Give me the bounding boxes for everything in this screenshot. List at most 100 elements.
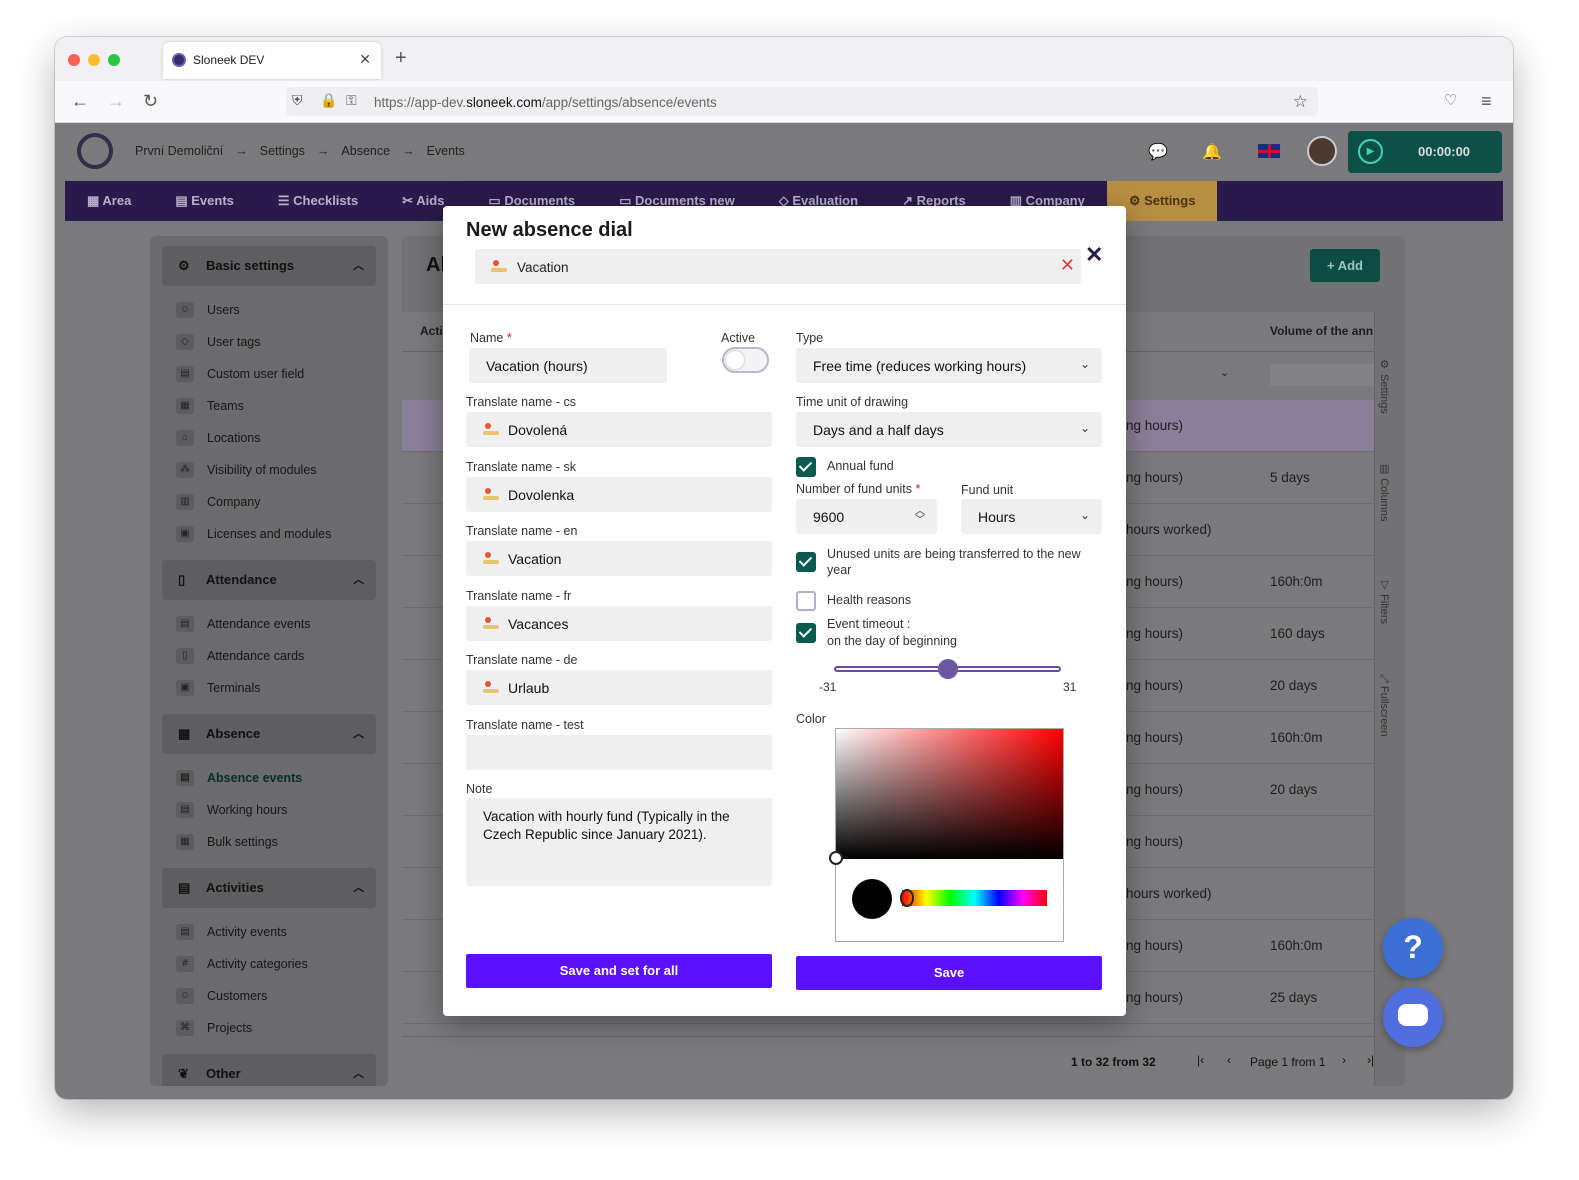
breadcrumb-settings[interactable]: Settings xyxy=(260,144,305,158)
sidebar-item-custom-user-field[interactable]: ▤ Custom user field xyxy=(150,358,388,390)
section-attendance[interactable]: ▯ Attendance ︿ xyxy=(162,560,376,600)
sidebar-item-user-tags[interactable]: ◇ User tags xyxy=(150,326,388,358)
row-range: 1 to 32 from 32 xyxy=(1071,1055,1156,1069)
bookmark-star-icon[interactable]: ☆ xyxy=(1293,92,1308,112)
column-header-volume[interactable]: Volume of the ann xyxy=(1270,324,1373,338)
sidebar-item-projects[interactable]: ⌘ Projects xyxy=(150,1012,388,1044)
translate-input[interactable]: Dovolená xyxy=(466,412,772,447)
avatar[interactable] xyxy=(1307,136,1337,166)
filters-tab[interactable]: ▽ Filters xyxy=(1378,578,1391,624)
health-reasons-checkbox[interactable] xyxy=(796,591,816,611)
volume-filter[interactable] xyxy=(1270,364,1374,386)
breadcrumb-absence[interactable]: Absence xyxy=(341,144,390,158)
help-button[interactable]: ? xyxy=(1383,918,1443,978)
column-header-active[interactable]: Acti xyxy=(420,324,443,338)
tab-title: Sloneek DEV xyxy=(193,53,265,67)
calendar-icon: ▤ xyxy=(176,770,194,786)
back-icon[interactable]: ← xyxy=(71,91,89,112)
section-basic-settings[interactable]: ⚙ Basic settings ︿ xyxy=(162,246,376,286)
key-icon[interactable]: ⚿ xyxy=(346,92,357,109)
translate-input[interactable]: Dovolenka xyxy=(466,476,772,512)
clear-icon[interactable]: ✕ xyxy=(1060,255,1075,276)
prev-page-icon[interactable]: ‹ xyxy=(1227,1053,1231,1067)
event-template-select[interactable]: Vacation ✕ xyxy=(475,249,1081,284)
stepper-icon[interactable]: ︿ ﹀ xyxy=(915,507,925,526)
play-icon[interactable]: ▶ xyxy=(1358,139,1383,164)
chat-bubbles-icon[interactable]: 💬 xyxy=(1148,142,1168,162)
breadcrumb-company[interactable]: První Demoliční xyxy=(135,144,223,158)
transfer-units-checkbox[interactable] xyxy=(796,552,816,572)
event-timeout-checkbox[interactable] xyxy=(796,623,816,643)
maximize-window-button[interactable] xyxy=(108,54,120,66)
translate-input[interactable]: Vacances xyxy=(466,605,772,641)
sidebar-item-absence-events[interactable]: ▤ Absence events xyxy=(150,762,388,794)
fund-units-input[interactable]: 9600 ︿ ﹀ xyxy=(796,499,937,534)
section-absence[interactable]: ▦ Absence ︿ xyxy=(162,714,376,754)
settings-tab[interactable]: ⚙ Settings xyxy=(1378,358,1391,414)
sidebar-item-attendance-events[interactable]: ▤ Attendance events xyxy=(150,608,388,640)
saturation-handle[interactable] xyxy=(829,851,843,865)
timer-value: 00:00:00 xyxy=(1418,144,1471,159)
sidebar-item-working-hours[interactable]: ▤ Working hours xyxy=(150,794,388,826)
save-and-set-for-all-button[interactable]: Save and set for all xyxy=(466,954,772,988)
chevron-down-icon[interactable]: ⌄ xyxy=(1220,366,1229,379)
annual-fund-checkbox[interactable] xyxy=(796,457,816,477)
saturation-area[interactable] xyxy=(836,729,1063,859)
name-input[interactable]: Vacation (hours) xyxy=(469,348,667,383)
chat-button[interactable] xyxy=(1383,987,1443,1047)
last-page-icon[interactable]: ›| xyxy=(1367,1053,1374,1067)
forward-icon[interactable]: → xyxy=(107,91,125,112)
reload-icon[interactable]: ↻ xyxy=(143,91,158,112)
menu-icon[interactable]: ≡ xyxy=(1481,91,1492,112)
note-textarea[interactable]: Vacation with hourly fund (Typically in … xyxy=(466,798,772,886)
fullscreen-tab[interactable]: ⤢ Fullscreen xyxy=(1378,674,1390,737)
time-unit-select[interactable]: Days and a half days ⌄ xyxy=(796,412,1102,447)
browser-tab[interactable]: Sloneek DEV ✕ xyxy=(163,42,381,79)
sidebar-item-visibility[interactable]: ⁂ Visibility of modules xyxy=(150,454,388,486)
hue-slider[interactable] xyxy=(902,890,1047,906)
hue-handle[interactable] xyxy=(900,889,914,907)
translate-input[interactable] xyxy=(466,734,772,770)
bell-icon[interactable]: 🔔 xyxy=(1202,142,1222,162)
sidebar-item-licenses[interactable]: ▣ Licenses and modules xyxy=(150,518,388,550)
sidebar-item-customers[interactable]: ☺ Customers xyxy=(150,980,388,1012)
fund-unit-select[interactable]: Hours ⌄ xyxy=(961,499,1102,534)
active-toggle[interactable] xyxy=(722,347,769,373)
sidebar-item-terminals[interactable]: ▣ Terminals xyxy=(150,672,388,704)
type-select[interactable]: Free time (reduces working hours) ⌄ xyxy=(796,348,1102,383)
next-page-icon[interactable]: › xyxy=(1342,1053,1346,1067)
menu-events[interactable]: ▤ Events xyxy=(153,181,256,221)
translate-input[interactable]: Vacation xyxy=(466,541,772,576)
close-window-button[interactable] xyxy=(68,54,80,66)
beach-icon xyxy=(483,487,499,501)
sidebar-item-bulk-settings[interactable]: ▦ Bulk settings xyxy=(150,826,388,858)
close-tab-icon[interactable]: ✕ xyxy=(359,51,371,68)
sidebar-item-company[interactable]: ▥ Company xyxy=(150,486,388,518)
sidebar-item-attendance-cards[interactable]: ▯ Attendance cards xyxy=(150,640,388,672)
save-button[interactable]: Save xyxy=(796,956,1102,990)
uk-flag-icon[interactable] xyxy=(1257,143,1281,159)
sidebar-item-locations[interactable]: ⌂ Locations xyxy=(150,422,388,454)
sidebar-item-activity-categories[interactable]: # Activity categories xyxy=(150,948,388,980)
address-bar[interactable]: ⛨ 🔒 ⚿ https://app-dev.sloneek.com/app/se… xyxy=(286,87,1318,116)
shield-icon[interactable]: ⛨ xyxy=(292,92,303,109)
time-tracker[interactable]: ▶ 00:00:00 xyxy=(1348,131,1502,173)
sidebar-item-teams[interactable]: ▦ Teams xyxy=(150,390,388,422)
columns-tab[interactable]: ▥ Columns xyxy=(1378,462,1391,521)
sidebar-item-activity-events[interactable]: ▤ Activity events xyxy=(150,916,388,948)
app-logo[interactable] xyxy=(77,133,113,169)
section-other[interactable]: ❦ Other ︿ xyxy=(162,1054,376,1086)
pocket-icon[interactable]: ♡ xyxy=(1444,91,1457,109)
sidebar-item-users[interactable]: ☺ Users xyxy=(150,294,388,326)
add-button[interactable]: + Add xyxy=(1310,249,1380,282)
close-dialog-icon[interactable]: ✕ xyxy=(1085,242,1103,268)
menu-checklists[interactable]: ☰ Checklists xyxy=(256,181,380,221)
first-page-icon[interactable]: |‹ xyxy=(1197,1053,1204,1067)
section-activities[interactable]: ▤ Activities ︿ xyxy=(162,868,376,908)
new-tab-button[interactable]: + xyxy=(395,47,407,70)
menu-area[interactable]: ▦ Area xyxy=(65,181,153,221)
minimize-window-button[interactable] xyxy=(88,54,100,66)
lock-icon[interactable]: 🔒 xyxy=(320,92,337,109)
translate-input[interactable]: Urlaub xyxy=(466,670,772,705)
timeout-slider-handle[interactable] xyxy=(937,659,958,679)
